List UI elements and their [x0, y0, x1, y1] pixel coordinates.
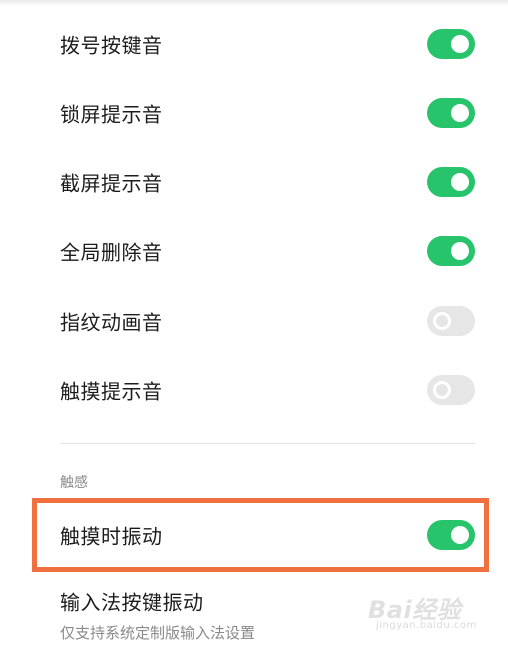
setting-label: 拨号按键音 [60, 33, 163, 58]
setting-row-fingerprint-animation-tone[interactable]: 指纹动画音 [0, 287, 508, 355]
setting-label: 触摸提示音 [60, 379, 163, 404]
setting-row-ime-key-vibration[interactable]: 输入法按键振动 仅支持系统定制版输入法设置 [0, 586, 508, 646]
touch-tone-toggle[interactable] [427, 375, 475, 405]
global-delete-tone-toggle[interactable] [427, 236, 475, 266]
setting-label: 全局删除音 [60, 240, 163, 265]
dial-keypad-tone-toggle[interactable] [427, 29, 475, 59]
setting-sublabel: 仅支持系统定制版输入法设置 [60, 624, 256, 642]
toggle-knob [451, 104, 469, 122]
highlight-frame [32, 498, 489, 572]
setting-label: 输入法按键振动 [60, 590, 204, 615]
setting-label: 指纹动画音 [60, 310, 163, 335]
toggle-knob [433, 381, 451, 399]
toggle-knob [451, 242, 469, 260]
section-header-haptics: 触感 [60, 475, 88, 491]
setting-row-touch-tone[interactable]: 触摸提示音 [0, 356, 508, 424]
toggle-knob [451, 173, 469, 191]
fingerprint-animation-tone-toggle[interactable] [427, 306, 475, 336]
setting-row-lock-screen-tone[interactable]: 锁屏提示音 [0, 79, 508, 147]
section-divider [60, 443, 475, 444]
toggle-knob [433, 312, 451, 330]
setting-label: 锁屏提示音 [60, 102, 163, 127]
setting-row-dial-keypad-tone[interactable]: 拨号按键音 [0, 10, 508, 78]
toggle-knob [451, 35, 469, 53]
setting-row-screenshot-tone[interactable]: 截屏提示音 [0, 148, 508, 216]
screenshot-tone-toggle[interactable] [427, 167, 475, 197]
setting-row-global-delete-tone[interactable]: 全局删除音 [0, 217, 508, 285]
top-fade [0, 0, 508, 6]
lock-screen-tone-toggle[interactable] [427, 98, 475, 128]
setting-label: 截屏提示音 [60, 171, 163, 196]
